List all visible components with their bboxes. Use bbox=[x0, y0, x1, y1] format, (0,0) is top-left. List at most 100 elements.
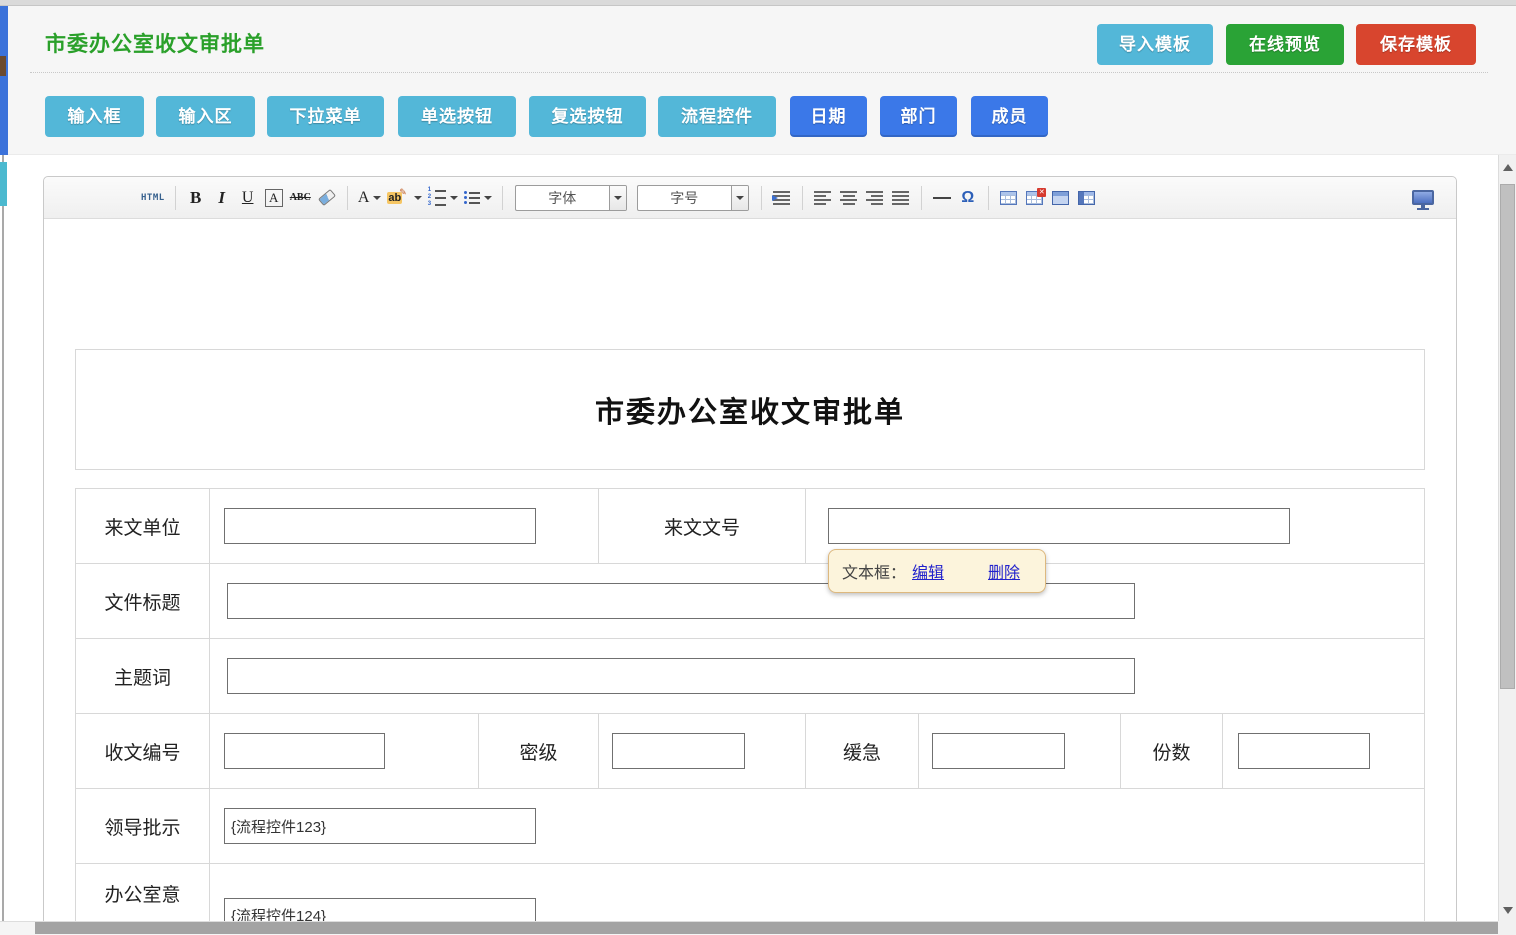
form-row-subject-words: 主题词 bbox=[76, 639, 1424, 714]
highlight-color-button[interactable]: ab✎ bbox=[385, 184, 423, 212]
secrecy-input[interactable] bbox=[612, 733, 745, 769]
indent-icon bbox=[773, 191, 790, 205]
urgency-input[interactable] bbox=[932, 733, 1065, 769]
header: 市委办公室收文审批单 导入模板 在线预览 保存模板 输入框 输入区 下拉菜单 单… bbox=[8, 6, 1516, 155]
save-template-button[interactable]: 保存模板 bbox=[1356, 24, 1476, 65]
field-cell-subject-words bbox=[210, 639, 1424, 713]
widget-dropdown-button[interactable]: 下拉菜单 bbox=[267, 96, 384, 137]
subject-words-input[interactable] bbox=[227, 658, 1135, 694]
receipt-number-input[interactable] bbox=[224, 733, 385, 769]
import-template-button[interactable]: 导入模板 bbox=[1097, 24, 1213, 65]
widget-date-button[interactable]: 日期 bbox=[790, 96, 867, 137]
source-code-button[interactable]: HTML bbox=[139, 184, 167, 212]
align-right-button[interactable] bbox=[863, 184, 887, 212]
cell-properties-button[interactable] bbox=[1075, 184, 1099, 212]
pencil-icon: ✎ bbox=[399, 187, 407, 198]
tooltip-edit-link[interactable]: 编辑 bbox=[912, 559, 944, 583]
font-family-select-arrow[interactable] bbox=[609, 186, 626, 210]
justify-icon bbox=[892, 191, 909, 205]
online-preview-button[interactable]: 在线预览 bbox=[1226, 24, 1344, 65]
horizontal-rule-icon bbox=[933, 197, 951, 199]
copies-input[interactable] bbox=[1238, 733, 1370, 769]
form-table: 来文单位 来文文号 文件标题 主题词 收文编号 密级 缓急 份数 领导批示 bbox=[75, 488, 1425, 935]
horizontal-scrollbar-thumb[interactable] bbox=[35, 922, 1498, 934]
field-cell-secrecy bbox=[599, 714, 806, 788]
unordered-list-button[interactable] bbox=[462, 184, 494, 212]
field-cell-copies bbox=[1223, 714, 1424, 788]
special-char-button[interactable]: Ω bbox=[956, 184, 980, 212]
align-left-icon bbox=[814, 191, 831, 205]
vertical-scrollbar-thumb[interactable] bbox=[1500, 184, 1515, 689]
form-row-file-title: 文件标题 bbox=[76, 564, 1424, 639]
align-left-button[interactable] bbox=[811, 184, 835, 212]
table-properties-icon bbox=[1052, 191, 1069, 205]
toolbar-separator bbox=[347, 186, 348, 210]
font-family-select-value: 字体 bbox=[516, 186, 609, 210]
italic-button[interactable]: I bbox=[210, 184, 234, 212]
chevron-down-icon bbox=[484, 196, 492, 200]
widget-radio-button[interactable]: 单选按钮 bbox=[398, 96, 516, 137]
field-cell-source-unit bbox=[210, 489, 599, 563]
scrollbar-up-icon[interactable] bbox=[1503, 164, 1513, 171]
font-color-button[interactable]: A bbox=[356, 184, 384, 212]
scrollbar-corner bbox=[1498, 921, 1516, 935]
doc-title-block: 市委办公室收文审批单 bbox=[75, 349, 1425, 470]
form-row-source-unit: 来文单位 来文文号 bbox=[76, 489, 1424, 564]
font-size-select-value: 字号 bbox=[638, 186, 731, 210]
widget-tooltip: 文本框： 编辑 删除 bbox=[828, 549, 1046, 593]
horizontal-rule-button[interactable] bbox=[930, 184, 954, 212]
field-cell-file-title bbox=[210, 564, 1424, 638]
leader-note-input[interactable] bbox=[224, 808, 536, 844]
justify-button[interactable] bbox=[889, 184, 913, 212]
strikethrough-button[interactable]: ABC bbox=[288, 184, 313, 212]
boxed-a-icon: A bbox=[265, 189, 283, 207]
left-edge-line bbox=[2, 155, 4, 921]
fullscreen-button[interactable] bbox=[1412, 190, 1434, 205]
doc-number-input[interactable] bbox=[828, 508, 1290, 544]
font-size-select-arrow[interactable] bbox=[731, 186, 748, 210]
remove-format-button[interactable] bbox=[315, 184, 339, 212]
eraser-icon bbox=[318, 189, 336, 206]
underline-button[interactable]: U bbox=[236, 184, 260, 212]
widget-department-button[interactable]: 部门 bbox=[880, 96, 957, 137]
field-cell-leader-note bbox=[210, 789, 1424, 863]
chevron-down-icon bbox=[373, 196, 381, 200]
source-unit-input[interactable] bbox=[224, 508, 536, 544]
tooltip-delete-link[interactable]: 删除 bbox=[988, 559, 1020, 583]
field-label-leader-note: 领导批示 bbox=[76, 789, 210, 863]
widget-input-box-button[interactable]: 输入框 bbox=[45, 96, 144, 137]
bold-button[interactable]: B bbox=[184, 184, 208, 212]
widget-input-area-button[interactable]: 输入区 bbox=[156, 96, 255, 137]
table-icon bbox=[1000, 191, 1017, 205]
widget-checkbox-button[interactable]: 复选按钮 bbox=[529, 96, 646, 137]
widget-member-button[interactable]: 成员 bbox=[971, 96, 1048, 137]
insert-table-button[interactable] bbox=[997, 184, 1021, 212]
editor-toolbar: HTML B I U A ABC A ab✎ 1 2 3 字体 bbox=[44, 177, 1456, 219]
field-label-receipt-number: 收文编号 bbox=[76, 714, 210, 788]
scrollbar-down-icon[interactable] bbox=[1503, 907, 1513, 914]
background-artifact bbox=[0, 56, 6, 76]
toolbar-separator bbox=[988, 186, 989, 210]
unordered-list-icon bbox=[464, 191, 480, 204]
field-label-source-unit: 来文单位 bbox=[76, 489, 210, 563]
table-properties-button[interactable] bbox=[1049, 184, 1073, 212]
ordered-list-icon: 1 2 3 bbox=[428, 188, 446, 207]
ordered-list-button[interactable]: 1 2 3 bbox=[426, 184, 460, 212]
font-color-a-icon: A bbox=[358, 189, 370, 207]
delete-table-button[interactable] bbox=[1023, 184, 1047, 212]
align-center-icon bbox=[840, 191, 857, 205]
indent-button[interactable] bbox=[770, 184, 794, 212]
header-divider bbox=[30, 72, 1488, 73]
align-right-icon bbox=[866, 191, 883, 205]
font-family-select[interactable]: 字体 bbox=[515, 185, 627, 211]
format-style-button[interactable]: A bbox=[262, 184, 286, 212]
chevron-down-icon bbox=[614, 196, 622, 200]
tooltip-label: 文本框： bbox=[842, 559, 906, 583]
field-label-secrecy: 密级 bbox=[479, 714, 599, 788]
align-center-button[interactable] bbox=[837, 184, 861, 212]
field-label-urgency: 缓急 bbox=[806, 714, 919, 788]
widget-flow-control-button[interactable]: 流程控件 bbox=[658, 96, 776, 137]
font-size-select[interactable]: 字号 bbox=[637, 185, 749, 211]
field-label-copies: 份数 bbox=[1121, 714, 1223, 788]
toolbar-separator bbox=[502, 186, 503, 210]
